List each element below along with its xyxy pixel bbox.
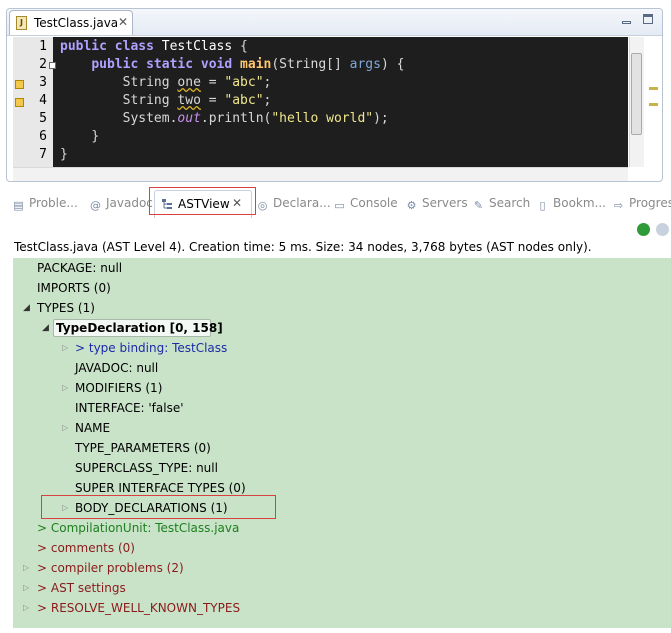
code-line-6: } <box>91 129 100 144</box>
tree-node-resolve-well-known-types[interactable]: > RESOLVE_WELL_KNOWN_TYPES <box>37 600 240 616</box>
line-number: 2 <box>39 57 47 72</box>
horizontal-scrollbar[interactable] <box>13 167 628 181</box>
code-line-7: } <box>60 147 68 162</box>
problems-icon: ▤ <box>13 199 24 212</box>
line-number: 6 <box>39 129 47 144</box>
declaration-icon: ◎ <box>257 199 268 212</box>
tree-node-type-binding[interactable]: > type binding: TestClass <box>75 340 227 356</box>
highlight-box-astview-tab <box>149 187 256 215</box>
line-number-gutter: 1 2 3 4 5 6 7 <box>13 37 56 167</box>
editor-tab-label: TestClass.java <box>34 16 119 30</box>
fold-collapse-icon[interactable] <box>49 62 56 69</box>
code-line-2: public static void main(String[] args) { <box>91 57 405 72</box>
ruler-warning-mark[interactable] <box>649 103 658 106</box>
tab-bookmarks[interactable]: ▯ Bookm... <box>536 196 606 216</box>
tree-node-compiler-problems[interactable]: > compiler problems (2) <box>37 560 184 576</box>
tree-node-type-parameters[interactable]: TYPE_PARAMETERS (0) <box>75 440 211 456</box>
tree-node-super-interface-types[interactable]: SUPER INTERFACE TYPES (0) <box>75 480 246 496</box>
code-editor: J TestClass.java ✕ 1 2 3 4 5 6 7 public … <box>6 8 663 182</box>
collapsed-arrow-icon[interactable]: ▷ <box>62 340 68 356</box>
line-number: 1 <box>39 39 47 54</box>
line-number: 5 <box>39 111 47 126</box>
bookmarks-icon: ▯ <box>539 199 546 212</box>
tab-console[interactable]: ▭ Console <box>333 196 397 216</box>
tab-search[interactable]: ✎ Search <box>472 196 530 216</box>
tree-node-compilation-unit[interactable]: > CompilationUnit: TestClass.java <box>37 520 239 536</box>
tree-node-javadoc[interactable]: JAVADOC: null <box>75 360 158 376</box>
javadoc-icon: @ <box>90 199 101 212</box>
scrollbar-thumb[interactable] <box>631 53 642 135</box>
collapsed-arrow-icon[interactable]: ▷ <box>23 560 29 576</box>
code-line-3: String one = "abc"; <box>122 75 272 90</box>
tab-progress[interactable]: ⇨ Progres <box>612 196 671 216</box>
ast-tree[interactable]: PACKAGE: null IMPORTS (0) ◢ TYPES (1) ◢ … <box>13 258 671 628</box>
expanded-arrow-icon[interactable]: ◢ <box>42 320 49 336</box>
code-text-area[interactable]: 1 2 3 4 5 6 7 public class TestClass { p… <box>13 37 628 167</box>
ruler-warning-mark[interactable] <box>649 87 658 90</box>
collapsed-arrow-icon[interactable]: ▷ <box>62 420 68 436</box>
code-line-1: public class TestClass { <box>60 39 248 54</box>
console-icon: ▭ <box>334 199 345 212</box>
expanded-arrow-icon[interactable]: ◢ <box>23 300 30 316</box>
code-line-5: System.out.println("hello world"); <box>122 111 389 126</box>
search-icon: ✎ <box>473 199 484 212</box>
overview-ruler[interactable] <box>647 37 661 167</box>
refresh-ast-icon[interactable] <box>637 223 650 236</box>
collapsed-arrow-icon[interactable]: ▷ <box>23 600 29 616</box>
warning-marker-icon[interactable] <box>15 98 24 107</box>
code-line-4: String two = "abc"; <box>122 93 272 108</box>
minimize-icon[interactable] <box>621 14 633 26</box>
tree-node-ast-settings[interactable]: > AST settings <box>37 580 126 596</box>
views-tab-bar: ▤ Proble... @ Javadoc ASTView ✕ ◎ Declara..… <box>0 188 671 220</box>
tree-node-typedeclaration[interactable]: TypeDeclaration [0, 158] <box>56 320 223 336</box>
tree-node-name[interactable]: NAME <box>75 420 110 436</box>
tree-node-imports[interactable]: IMPORTS (0) <box>37 280 111 296</box>
highlight-box-body-declarations <box>41 495 276 519</box>
tree-node-package[interactable]: PACKAGE: null <box>37 260 122 276</box>
ast-info-line: TestClass.java (AST Level 4). Creation t… <box>14 240 592 254</box>
tree-node-interface[interactable]: INTERFACE: 'false' <box>75 400 184 416</box>
tree-node-comments[interactable]: > comments (0) <box>37 540 135 556</box>
link-editor-icon[interactable] <box>656 223 669 236</box>
tree-node-modifiers[interactable]: MODIFIERS (1) <box>75 380 162 396</box>
tree-node-types[interactable]: TYPES (1) <box>37 300 95 316</box>
collapsed-arrow-icon[interactable]: ▷ <box>62 380 68 396</box>
progress-icon: ⇨ <box>613 199 624 212</box>
tab-declaration[interactable]: ◎ Declara... <box>256 196 331 216</box>
java-file-icon: J <box>16 16 27 30</box>
vertical-scrollbar[interactable] <box>629 37 644 167</box>
editor-tab-bar: J TestClass.java ✕ <box>7 9 662 36</box>
tab-problems[interactable]: ▤ Proble... <box>12 196 78 216</box>
tab-servers[interactable]: ⚙ Servers <box>405 196 468 216</box>
maximize-icon[interactable] <box>643 14 655 26</box>
line-number: 7 <box>39 147 47 162</box>
editor-tab-testclass[interactable]: J TestClass.java ✕ <box>9 10 133 35</box>
servers-icon: ⚙ <box>406 199 417 212</box>
tree-node-superclass-type[interactable]: SUPERCLASS_TYPE: null <box>75 460 218 476</box>
warning-marker-icon[interactable] <box>15 80 24 89</box>
close-icon[interactable]: ✕ <box>118 15 128 29</box>
collapsed-arrow-icon[interactable]: ▷ <box>23 580 29 596</box>
tab-javadoc[interactable]: @ Javadoc <box>89 196 153 216</box>
